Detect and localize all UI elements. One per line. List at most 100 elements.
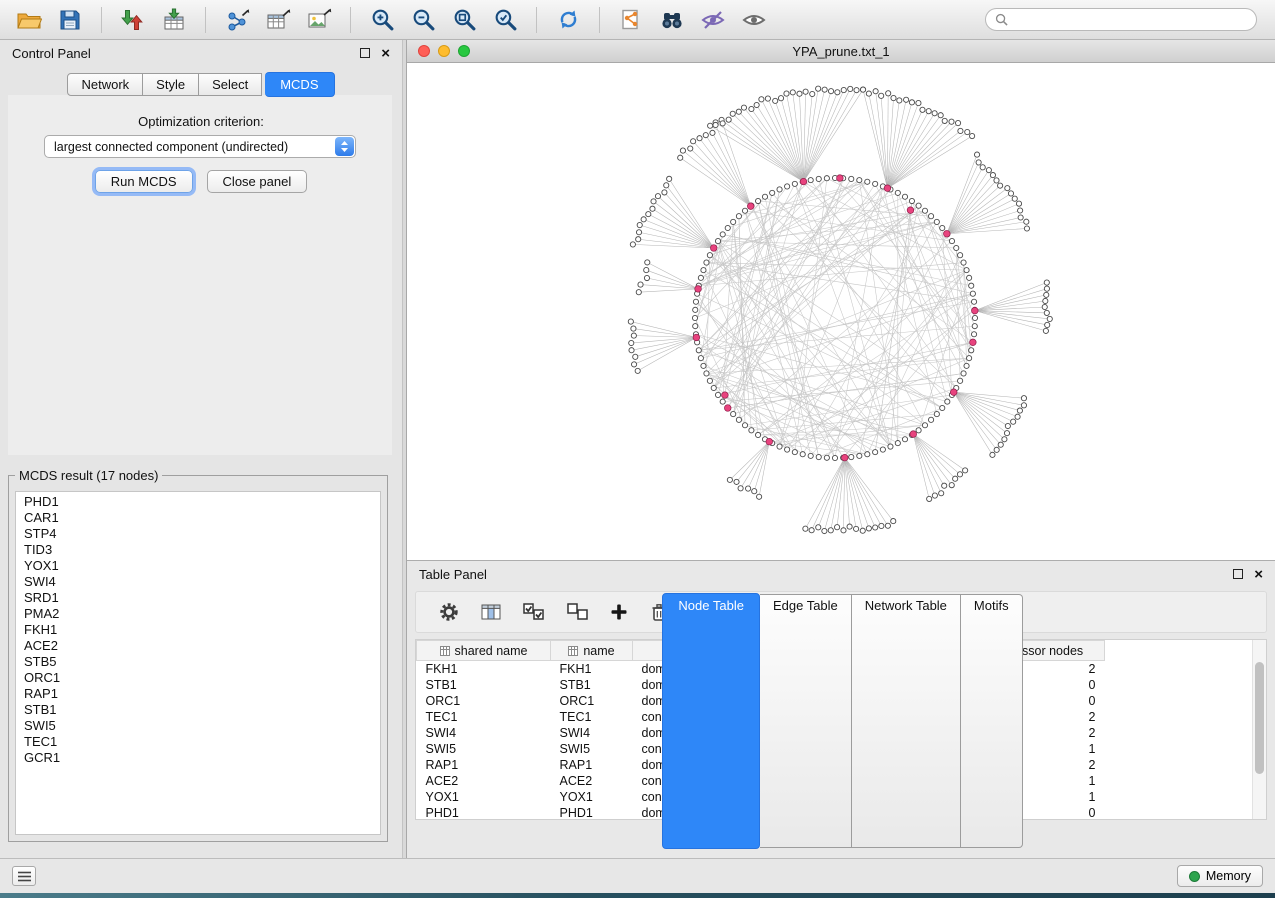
tab-style[interactable]: Style <box>143 73 199 96</box>
mcds-result-item[interactable]: SRD1 <box>16 590 380 606</box>
table-panel: Table Panel × <box>407 560 1275 858</box>
main-toolbar <box>0 0 1275 40</box>
mcds-result-item[interactable]: SWI5 <box>16 718 380 734</box>
mcds-result-item[interactable]: ORC1 <box>16 670 380 686</box>
mcds-result-item[interactable]: RAP1 <box>16 686 380 702</box>
table-tab-motifs[interactable]: Motifs <box>961 594 1023 848</box>
mcds-result-item[interactable]: STP4 <box>16 526 380 542</box>
hide-graphics-button[interactable] <box>694 4 732 36</box>
traffic-lights <box>418 45 470 57</box>
mcds-result-item[interactable]: STB5 <box>16 654 380 670</box>
panel-chooser-button[interactable] <box>12 866 36 886</box>
toolbar-separator <box>205 7 206 33</box>
open-folder-button[interactable] <box>10 4 48 36</box>
minimize-window-icon[interactable] <box>438 45 450 57</box>
network-window-title: YPA_prune.txt_1 <box>792 44 889 59</box>
float-panel-icon[interactable] <box>360 48 370 58</box>
network-window: YPA_prune.txt_1 <box>407 40 1275 560</box>
search-icon <box>995 13 1008 26</box>
mcds-result-item[interactable]: STB1 <box>16 702 380 718</box>
mcds-result-title: MCDS result (17 nodes) <box>15 468 162 483</box>
optimization-label: Optimization criterion: <box>0 114 402 129</box>
mcds-result-item[interactable]: GCR1 <box>16 750 380 766</box>
export-network-button[interactable] <box>218 4 256 36</box>
memory-status-icon <box>1189 871 1200 882</box>
run-mcds-button[interactable]: Run MCDS <box>95 170 193 193</box>
mcds-result-item[interactable]: PMA2 <box>16 606 380 622</box>
tab-mcds[interactable]: MCDS <box>265 72 334 97</box>
save-button[interactable] <box>51 4 89 36</box>
refresh-button[interactable] <box>549 4 587 36</box>
criterion-select[interactable]: largest connected component (undirected) <box>44 135 356 158</box>
toolbar-separator <box>101 7 102 33</box>
mcds-result-item[interactable]: CAR1 <box>16 510 380 526</box>
table-tabs: Node TableEdge TableNetwork TableMotifs <box>407 594 1275 848</box>
toolbar-separator <box>536 7 537 33</box>
mcds-result-item[interactable]: TID3 <box>16 542 380 558</box>
zoom-fit-button[interactable] <box>445 4 483 36</box>
import-network-button[interactable] <box>114 4 152 36</box>
export-image-button[interactable] <box>300 4 338 36</box>
eye-icon <box>741 8 767 32</box>
annotation-button[interactable] <box>612 4 650 36</box>
mcds-result-item[interactable]: ACE2 <box>16 638 380 654</box>
toolbar-separator <box>599 7 600 33</box>
binoculars-icon <box>659 8 685 32</box>
status-bar: Memory <box>0 858 1275 893</box>
mcds-result-item[interactable]: TEC1 <box>16 734 380 750</box>
network-titlebar[interactable]: YPA_prune.txt_1 <box>407 40 1275 63</box>
close-panel-button[interactable]: Close panel <box>207 170 308 193</box>
export-table-icon <box>265 8 291 32</box>
eye-slash-icon <box>700 8 726 32</box>
desktop-wallpaper-strip <box>0 893 1275 898</box>
list-icon <box>18 871 31 882</box>
network-canvas[interactable] <box>407 63 1275 560</box>
import-table-button[interactable] <box>155 4 193 36</box>
mcds-buttons-row: Run MCDS Close panel <box>0 170 402 193</box>
close-panel-icon[interactable]: × <box>381 46 390 61</box>
table-panel-title: Table Panel <box>419 567 487 582</box>
import-table-icon <box>161 8 187 32</box>
control-panel-tabs: NetworkStyleSelectMCDS <box>0 73 402 96</box>
refresh-icon <box>556 7 581 32</box>
search-box[interactable] <box>985 8 1257 31</box>
mcds-result-item[interactable]: SWI4 <box>16 574 380 590</box>
memory-button[interactable]: Memory <box>1177 865 1263 887</box>
search-input[interactable] <box>1014 12 1247 28</box>
import-network-icon <box>120 8 146 32</box>
mcds-result-item[interactable]: YOX1 <box>16 558 380 574</box>
tab-select[interactable]: Select <box>199 73 262 96</box>
mcds-result-item[interactable]: FKH1 <box>16 622 380 638</box>
tab-network[interactable]: Network <box>67 73 143 96</box>
maximize-window-icon[interactable] <box>458 45 470 57</box>
zoom-selected-button[interactable] <box>486 4 524 36</box>
zoom-in-button[interactable] <box>363 4 401 36</box>
close-table-panel-icon[interactable]: × <box>1254 567 1263 582</box>
mcds-result-list: PHD1CAR1STP4TID3YOX1SWI4SRD1PMA2FKH1ACE2… <box>15 491 381 835</box>
mcds-result-item[interactable]: PHD1 <box>16 494 380 510</box>
save-icon <box>58 8 82 32</box>
zoom-fit-icon <box>452 7 477 32</box>
table-tab-edge-table[interactable]: Edge Table <box>760 594 852 848</box>
export-image-icon <box>306 8 332 32</box>
zoom-out-button[interactable] <box>404 4 442 36</box>
search-network-button[interactable] <box>653 4 691 36</box>
zoom-in-icon <box>370 7 395 32</box>
table-panel-header: Table Panel × <box>407 561 1275 587</box>
zoom-out-icon <box>411 7 436 32</box>
toolbar-separator <box>350 7 351 33</box>
mcds-result-box: MCDS result (17 nodes) PHD1CAR1STP4TID3Y… <box>8 468 388 842</box>
criterion-value: largest connected component (undirected) <box>45 140 335 154</box>
export-table-button[interactable] <box>259 4 297 36</box>
close-window-icon[interactable] <box>418 45 430 57</box>
export-network-icon <box>224 8 250 32</box>
control-panel-header: Control Panel × <box>0 40 402 66</box>
table-tab-network-table[interactable]: Network Table <box>852 594 961 848</box>
show-graphics-button[interactable] <box>735 4 773 36</box>
annotation-icon <box>619 8 643 32</box>
table-tab-node-table[interactable]: Node Table <box>662 593 760 849</box>
memory-label: Memory <box>1206 869 1251 883</box>
control-panel: Control Panel × NetworkStyleSelectMCDS O… <box>0 40 402 858</box>
combo-stepper-icon <box>335 137 354 156</box>
float-table-panel-icon[interactable] <box>1233 569 1243 579</box>
